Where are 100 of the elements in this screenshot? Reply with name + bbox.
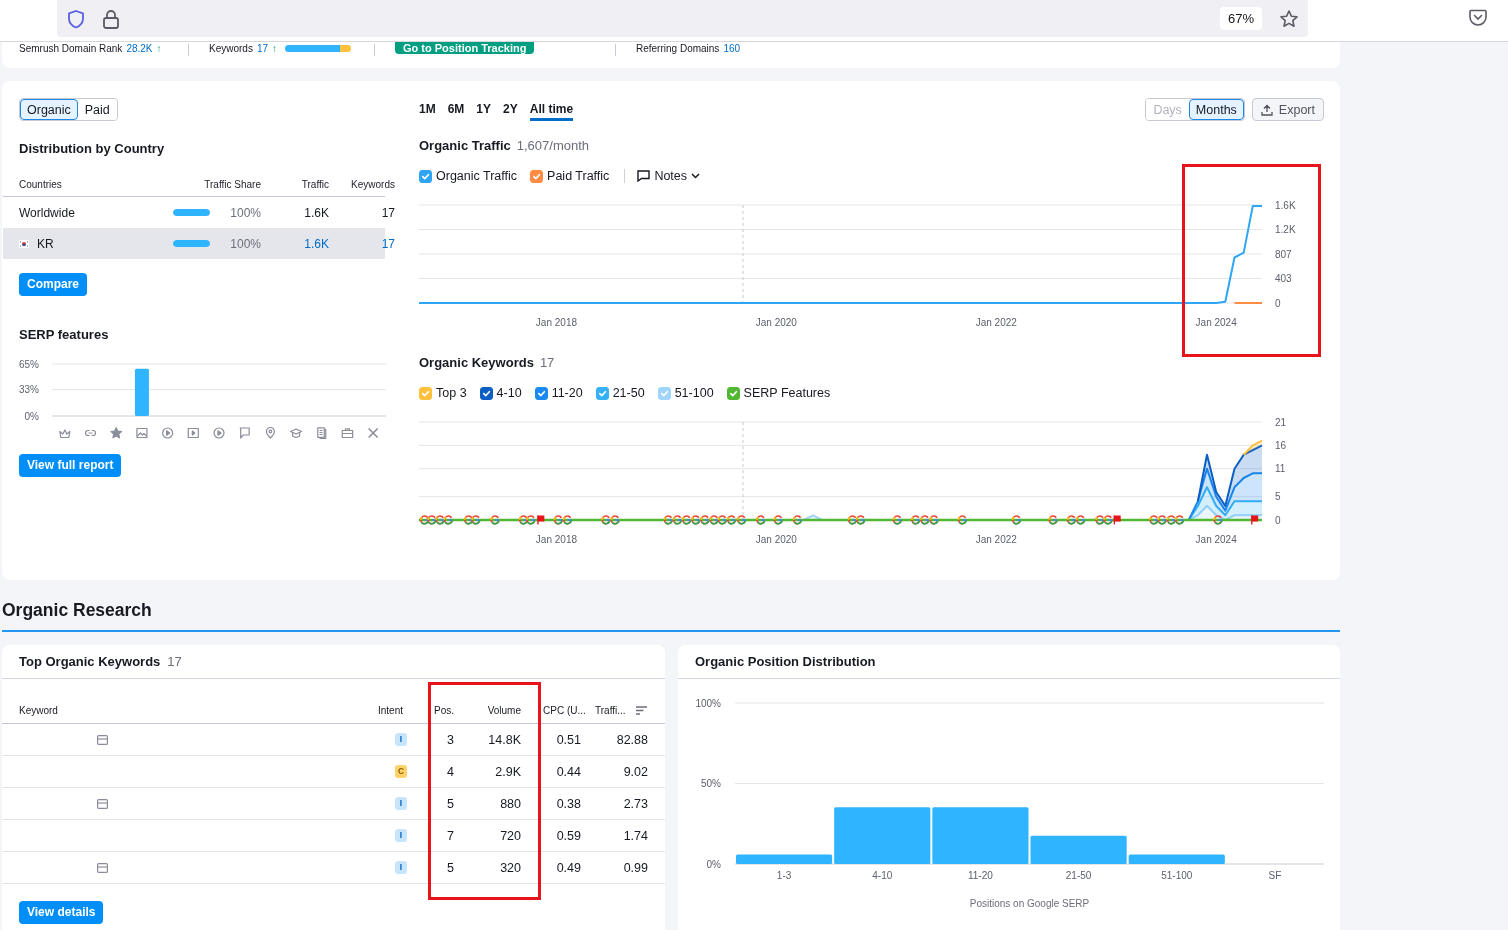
- table-cell-text: 5: [446, 860, 455, 875]
- checkbox[interactable]: [726, 386, 740, 400]
- table-cell-text: 0.51: [555, 732, 582, 747]
- axis-label: Jan 2022: [975, 317, 1017, 328]
- axis-label: 21-50: [1065, 870, 1092, 881]
- table-cell-text: 82.88: [615, 732, 649, 747]
- country-name[interactable]: KR: [37, 236, 54, 251]
- column-header: Traffic Share: [203, 179, 261, 190]
- card-title: Organic Position Distribution: [695, 654, 876, 669]
- column-header[interactable]: Keyword: [19, 705, 370, 716]
- checkbox[interactable]: [534, 386, 548, 400]
- google-icon: [1048, 515, 1058, 525]
- pocket-icon[interactable]: [1469, 9, 1487, 26]
- comment-icon: [239, 427, 250, 439]
- google-icon: [435, 515, 445, 525]
- checkbox[interactable]: [595, 386, 609, 400]
- google-icon: [562, 515, 573, 525]
- axis-label: Jan 2024: [1195, 317, 1237, 328]
- checkbox[interactable]: [530, 169, 544, 183]
- lock-icon[interactable]: [102, 8, 120, 29]
- intent-badge: I: [395, 797, 407, 810]
- trend-arrow: ↑: [272, 43, 278, 54]
- axis-label: Jan 2020: [755, 534, 797, 545]
- stat-label: Semrush Domain Rank: [19, 43, 123, 54]
- chart-title: Organic Traffic: [419, 138, 511, 153]
- axis-label: Jan 2018: [535, 317, 577, 328]
- star-icon[interactable]: [1279, 8, 1299, 29]
- share-bar: [173, 209, 210, 216]
- axis-label: 50%: [701, 778, 721, 789]
- zoom-level[interactable]: 67%: [1219, 7, 1262, 30]
- google-icon: [1011, 515, 1022, 525]
- period-tab[interactable]: All time: [529, 98, 574, 121]
- google-icon: [1174, 515, 1185, 525]
- notes-button[interactable]: Notes: [624, 169, 701, 183]
- column-header[interactable]: CPC (U...: [525, 705, 590, 716]
- google-icon: [610, 515, 620, 525]
- legend-label: 21-50: [612, 386, 645, 400]
- column-header[interactable]: Traffi...: [595, 705, 626, 716]
- sort-icon[interactable]: [636, 706, 647, 715]
- section-title: Distribution by Country: [19, 141, 166, 156]
- intent-badge: I: [395, 733, 407, 746]
- checkbox[interactable]: [479, 386, 493, 400]
- crown-icon: [59, 429, 71, 439]
- bar: [134, 368, 149, 416]
- google-icon: [463, 515, 474, 525]
- google-icon: [1095, 515, 1105, 525]
- legend-label: 51-100: [674, 386, 714, 400]
- axis-label: 65%: [19, 358, 39, 370]
- keywords-count: 17: [380, 205, 395, 220]
- axis-label: Jan 2022: [975, 534, 1017, 545]
- column-header[interactable]: Volume: [472, 705, 525, 716]
- traffic-total: 1,607/month: [516, 138, 590, 153]
- google-icon: [1075, 515, 1086, 525]
- upload-icon: [1260, 103, 1273, 116]
- table-cell-text: 3: [446, 732, 455, 747]
- source-tab[interactable]: Organic: [20, 99, 78, 120]
- axis-title: Positions on Google SERP: [969, 898, 1090, 909]
- axis-label: 1.2K: [1275, 224, 1296, 236]
- google-icon: [553, 515, 563, 525]
- google-icon: [518, 515, 529, 525]
- axis-label: 5: [1275, 491, 1281, 503]
- stat-value[interactable]: 160: [723, 43, 741, 54]
- table-cell-text: 2.73: [622, 796, 649, 811]
- google-icon: [709, 515, 719, 525]
- axis-label: Jan 2024: [1195, 534, 1237, 545]
- google-icon: [736, 515, 747, 525]
- comment-icon: [637, 170, 651, 182]
- section-title: SERP features: [19, 327, 110, 342]
- period-tab[interactable]: 6M: [447, 98, 465, 121]
- share-percent: 100%: [230, 205, 261, 220]
- axis-label: 100%: [695, 697, 721, 709]
- legend-label: 4-10: [496, 386, 522, 400]
- traffic-value[interactable]: 1.6K: [261, 236, 329, 251]
- google-icon: [856, 515, 866, 525]
- google-icon: [1066, 515, 1076, 525]
- axis-label: 33%: [19, 384, 39, 396]
- granularity-toggle[interactable]: Months: [1188, 99, 1244, 120]
- shield-icon[interactable]: [66, 8, 86, 29]
- table-cell-text: 720: [499, 828, 522, 843]
- stat-value[interactable]: 28.2K: [126, 43, 153, 54]
- share-bar: [173, 240, 210, 247]
- keywords-count[interactable]: 17: [329, 236, 395, 251]
- export-button[interactable]: Export: [1251, 98, 1324, 121]
- google-icon: [1103, 515, 1113, 525]
- table-cell-text: 0.38: [555, 796, 582, 811]
- google-icon: [419, 515, 430, 525]
- period-tab[interactable]: 1Y: [476, 98, 492, 121]
- play-icon: [213, 427, 225, 439]
- axis-label: SF: [1268, 870, 1282, 881]
- period-tab[interactable]: 1M: [419, 98, 436, 121]
- flag-icon: [19, 239, 29, 248]
- stat-value[interactable]: 17: [256, 43, 269, 54]
- table-cell-text: 9.02: [622, 764, 649, 779]
- axis-label: 807: [1275, 248, 1292, 260]
- checkbox[interactable]: [419, 169, 432, 183]
- period-tab[interactable]: 2Y: [503, 98, 518, 121]
- keywords-count: 17: [167, 654, 182, 669]
- table-cell-text: 4: [446, 764, 455, 779]
- column-header[interactable]: Intent: [370, 705, 428, 716]
- column-header[interactable]: Pos.: [428, 705, 472, 716]
